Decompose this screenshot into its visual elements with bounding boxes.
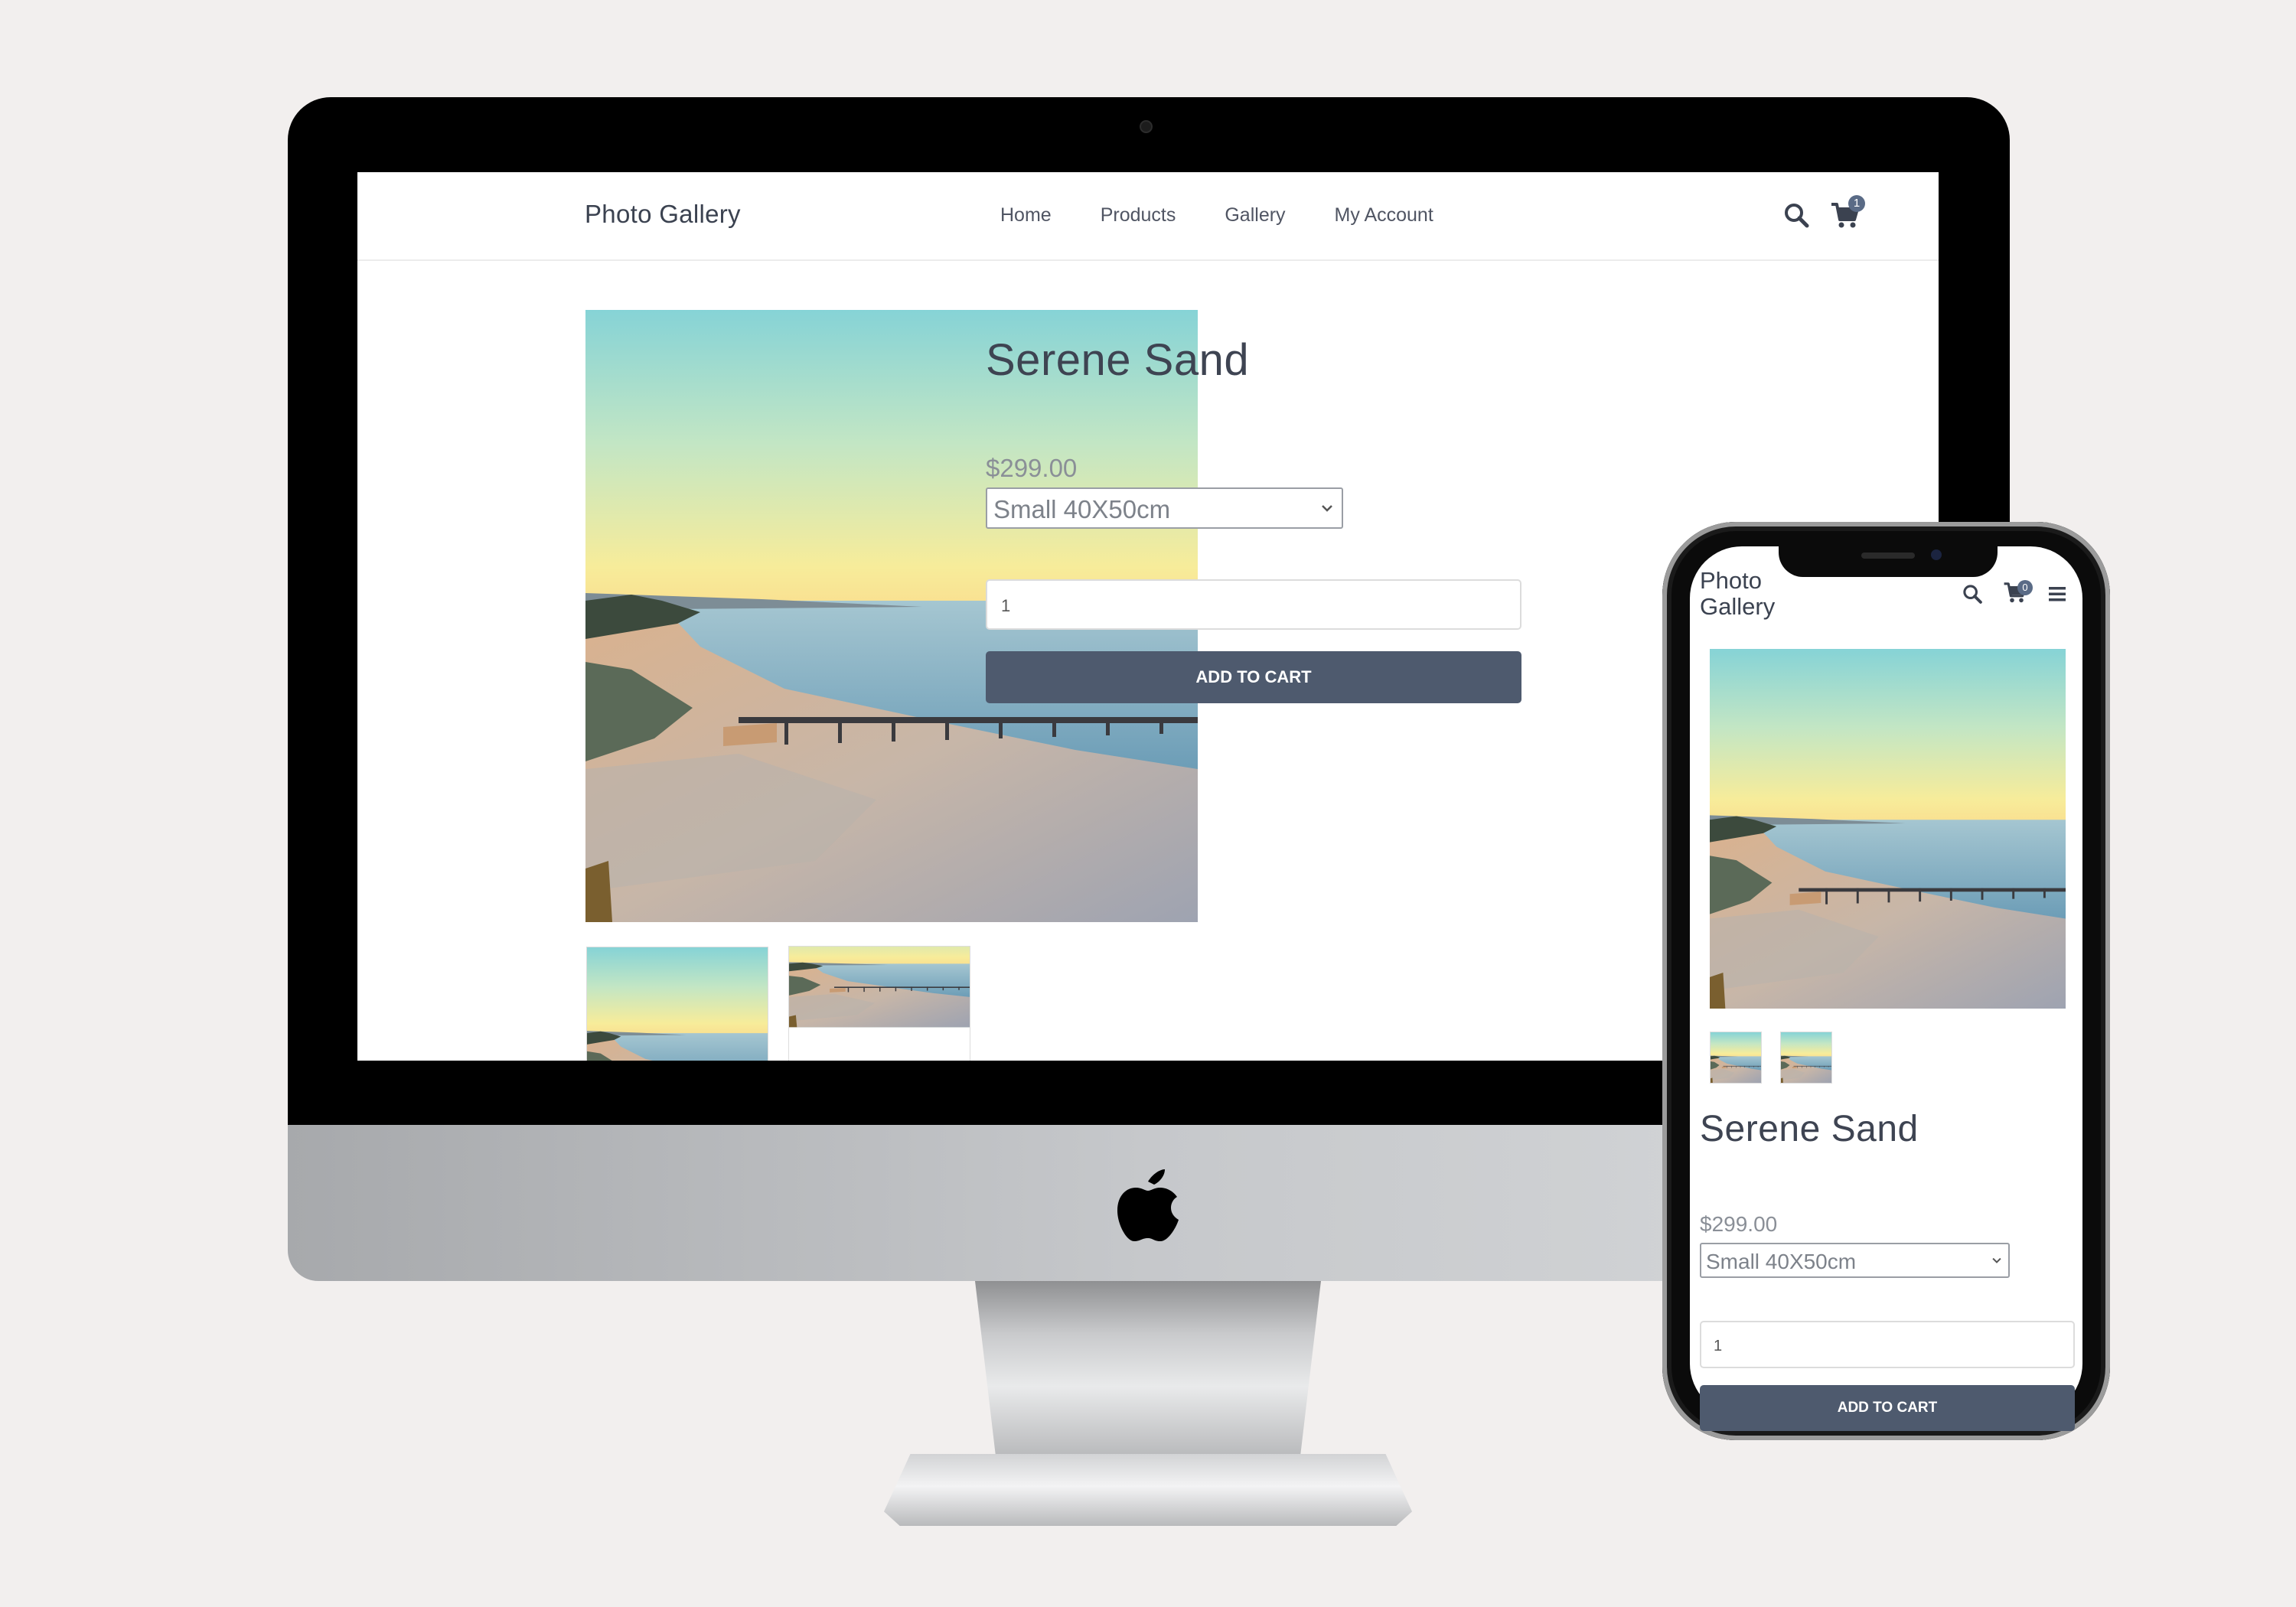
- add-to-cart-button[interactable]: ADD TO CART: [986, 651, 1521, 703]
- size-select[interactable]: Small 40X50cm: [986, 487, 1343, 529]
- apple-logo-icon: [1117, 1169, 1179, 1241]
- search-icon[interactable]: [1782, 201, 1810, 229]
- cart-count-badge: 1: [1848, 195, 1865, 212]
- size-select-value: Small 40X50cm: [993, 495, 1171, 523]
- nav-gallery[interactable]: Gallery: [1225, 204, 1285, 227]
- phone-notch: [1779, 542, 1998, 577]
- product-price: $299.00: [986, 454, 1078, 482]
- quantity-value: 1: [1001, 596, 1011, 615]
- product-title: Serene Sand: [986, 335, 1250, 385]
- imac-camera: [1140, 120, 1153, 133]
- chevron-down-icon: [1992, 1257, 2001, 1263]
- brand-logo[interactable]: Photo Gallery: [585, 200, 741, 229]
- imac-stand: [975, 1281, 1321, 1457]
- mobile-brand-line1: Photo: [1700, 567, 1763, 594]
- product-price: $299.00: [1700, 1212, 1778, 1236]
- nav-home[interactable]: Home: [1000, 204, 1052, 227]
- chevron-down-icon: [1322, 505, 1332, 512]
- mobile-brand-line2: Gallery: [1700, 593, 1776, 620]
- cart-count-badge: 0: [2017, 580, 2033, 595]
- product-main-image[interactable]: [1710, 649, 2066, 1009]
- size-select-value: Small 40X50cm: [1706, 1250, 1857, 1273]
- desktop-header: Photo Gallery Home Products Gallery My A…: [357, 172, 1939, 261]
- nav-products[interactable]: Products: [1101, 204, 1176, 227]
- phone-front-camera: [1931, 549, 1942, 560]
- search-icon[interactable]: [1962, 583, 1983, 605]
- product-thumbnail[interactable]: [1710, 1032, 1762, 1084]
- product-thumbnail[interactable]: [788, 946, 970, 1061]
- add-to-cart-button[interactable]: ADD TO CART: [1700, 1385, 2075, 1431]
- product-thumbnail[interactable]: [586, 947, 768, 1061]
- nav-my-account[interactable]: My Account: [1335, 204, 1433, 227]
- size-select[interactable]: Small 40X50cm: [1700, 1243, 2010, 1278]
- main-nav: Home Products Gallery My Account: [1000, 204, 1433, 227]
- imac-foot: [884, 1454, 1412, 1526]
- product-title: Serene Sand: [1700, 1109, 1919, 1149]
- quantity-input[interactable]: 1: [986, 579, 1521, 630]
- product-thumbnail[interactable]: [1780, 1032, 1832, 1084]
- mobile-brand-logo[interactable]: Photo Gallery: [1700, 568, 1775, 620]
- phone-speaker: [1861, 553, 1915, 559]
- quantity-input[interactable]: 1: [1700, 1321, 2075, 1368]
- quantity-value: 1: [1714, 1338, 1723, 1354]
- hamburger-menu-icon[interactable]: [2047, 585, 2067, 603]
